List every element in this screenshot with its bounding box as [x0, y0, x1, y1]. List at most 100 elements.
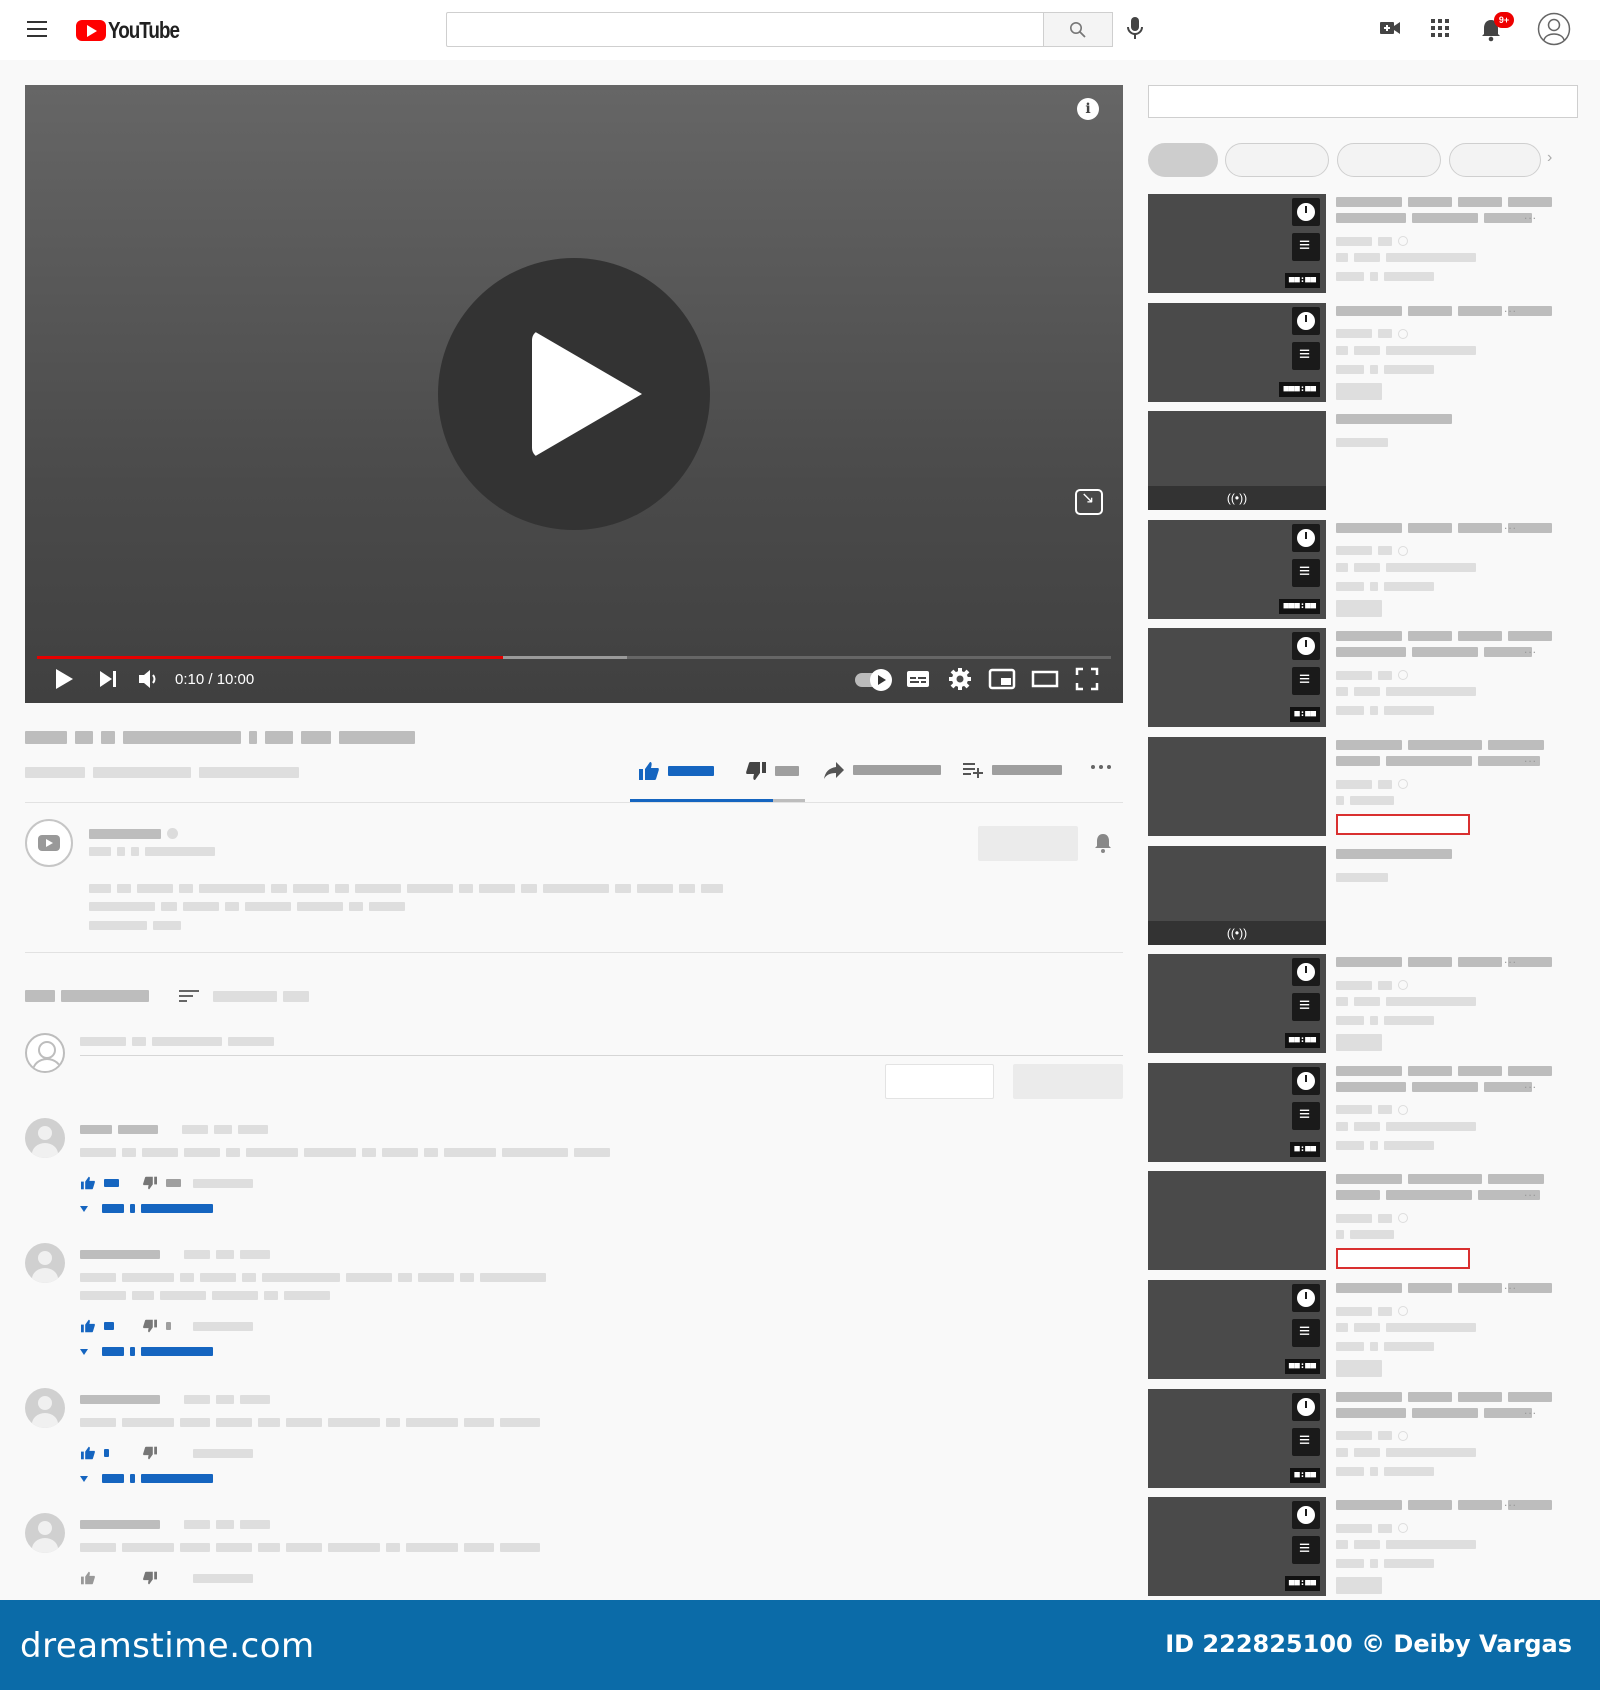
comment-like-button[interactable] [80, 1176, 119, 1190]
commenter-avatar[interactable] [25, 1118, 65, 1158]
chip-1[interactable] [1225, 143, 1329, 177]
video-player[interactable]: i 0:10 / 10:00 [25, 85, 1123, 703]
video-title-line-2[interactable] [1336, 1081, 1532, 1092]
queue-icon[interactable] [1292, 1101, 1320, 1130]
comment-dislike-button[interactable] [142, 1571, 158, 1585]
view-replies-link[interactable] [80, 1474, 213, 1483]
apps-grid-icon[interactable] [1428, 16, 1452, 40]
video-title[interactable] [1336, 957, 1552, 968]
video-thumbnail[interactable]: ■■:■■ [1148, 1280, 1326, 1379]
commenter-avatar[interactable] [25, 1513, 65, 1553]
comment-dislike-button[interactable] [142, 1319, 171, 1333]
comment-dislike-button[interactable] [142, 1176, 181, 1190]
commenter-avatar[interactable] [25, 1243, 65, 1283]
video-title-line-2[interactable] [1336, 1407, 1532, 1418]
chip-3[interactable] [1449, 143, 1541, 177]
comment-reply-button[interactable] [193, 1574, 253, 1583]
queue-icon[interactable] [1292, 1536, 1320, 1565]
clock-icon[interactable] [1292, 306, 1320, 335]
queue-icon[interactable] [1292, 993, 1320, 1022]
clock-icon[interactable] [1292, 198, 1320, 226]
view-replies-link[interactable] [80, 1347, 213, 1356]
clock-icon[interactable] [1292, 1501, 1320, 1530]
bell-subscribe-icon[interactable] [1093, 832, 1113, 854]
search-button[interactable] [1043, 12, 1113, 47]
video-title[interactable] [1336, 740, 1544, 750]
video-thumbnail[interactable]: ■■■:■■ [1148, 302, 1326, 402]
sidebar-filter-input[interactable] [1148, 85, 1578, 118]
cancel-comment-button[interactable] [885, 1064, 994, 1099]
video-thumbnail[interactable]: ((•)) [1148, 411, 1326, 511]
video-title[interactable] [1336, 522, 1552, 533]
chip-all[interactable] [1148, 143, 1218, 177]
search-input[interactable] [446, 12, 1044, 47]
video-thumbnail[interactable]: ■:■■ [1148, 1388, 1326, 1488]
video-title-line-2[interactable] [1336, 756, 1540, 766]
sort-by-button[interactable] [179, 988, 309, 1004]
video-title[interactable] [1336, 1391, 1552, 1402]
video-title[interactable] [1336, 1283, 1552, 1293]
commenter-avatar[interactable] [25, 1388, 65, 1428]
clock-icon[interactable] [1292, 1284, 1320, 1312]
comment-like-button[interactable] [80, 1319, 114, 1333]
clock-icon[interactable] [1292, 632, 1320, 661]
commenter-name[interactable] [80, 1250, 270, 1259]
comment-dislike-button[interactable] [142, 1446, 158, 1460]
youtube-logo[interactable]: YouTube [76, 17, 195, 44]
submit-comment-button[interactable] [1013, 1064, 1123, 1099]
next-icon[interactable] [97, 667, 119, 691]
commenter-name[interactable] [80, 1395, 270, 1404]
clock-icon[interactable] [1292, 523, 1320, 552]
comment-reply-button[interactable] [193, 1449, 253, 1458]
clock-icon[interactable] [1292, 1392, 1320, 1421]
mic-icon[interactable] [1126, 16, 1144, 40]
video-title[interactable] [1336, 305, 1552, 316]
fullscreen-icon[interactable] [1075, 667, 1099, 691]
more-actions-button[interactable] [1090, 764, 1112, 770]
video-title[interactable] [1336, 1174, 1544, 1185]
queue-icon[interactable] [1292, 558, 1320, 587]
video-title[interactable] [1336, 848, 1452, 859]
progress-bar[interactable] [37, 656, 1111, 659]
video-title[interactable] [1336, 197, 1552, 207]
video-title[interactable] [1336, 631, 1552, 642]
account-icon[interactable] [1537, 12, 1571, 46]
like-button[interactable] [638, 760, 714, 782]
miniplayer-icon[interactable] [988, 667, 1016, 691]
video-thumbnail[interactable]: ■■:■■ [1148, 1497, 1326, 1597]
video-title[interactable] [1336, 1065, 1552, 1076]
menu-icon[interactable] [27, 21, 47, 37]
chip-2[interactable] [1337, 143, 1441, 177]
queue-icon[interactable] [1292, 667, 1320, 696]
queue-icon[interactable] [1292, 341, 1320, 370]
expand-icon[interactable] [1075, 488, 1103, 515]
commenter-name[interactable] [80, 1520, 270, 1529]
subscribe-button[interactable] [978, 826, 1078, 861]
queue-icon[interactable] [1292, 1319, 1320, 1347]
comment-reply-button[interactable] [193, 1322, 253, 1331]
video-thumbnail[interactable]: ■■■:■■ [1148, 519, 1326, 619]
video-title-line-2[interactable] [1336, 647, 1532, 658]
play-icon[interactable] [53, 667, 75, 691]
view-replies-link[interactable] [80, 1204, 213, 1213]
dislike-button[interactable] [745, 760, 799, 782]
video-title[interactable] [1336, 414, 1452, 425]
autoplay-toggle[interactable] [855, 669, 892, 691]
queue-icon[interactable] [1292, 233, 1320, 261]
video-thumbnail[interactable] [1148, 737, 1326, 836]
video-thumbnail[interactable]: ■:■■ [1148, 1062, 1326, 1162]
comment-like-button[interactable] [80, 1571, 96, 1585]
video-thumbnail[interactable]: ■■:■■ [1148, 194, 1326, 293]
save-button[interactable] [962, 760, 1062, 780]
share-button[interactable] [823, 760, 941, 780]
video-thumbnail[interactable]: ((•)) [1148, 845, 1326, 945]
clock-icon[interactable] [1292, 1066, 1320, 1095]
video-title-line-2[interactable] [1336, 1190, 1540, 1201]
big-play-button[interactable] [438, 258, 710, 530]
clock-icon[interactable] [1292, 958, 1320, 987]
settings-icon[interactable] [948, 667, 972, 691]
info-icon[interactable]: i [1077, 98, 1099, 120]
channel-avatar[interactable] [25, 819, 73, 867]
commenter-name[interactable] [80, 1125, 268, 1134]
video-title-line-2[interactable] [1336, 213, 1532, 223]
